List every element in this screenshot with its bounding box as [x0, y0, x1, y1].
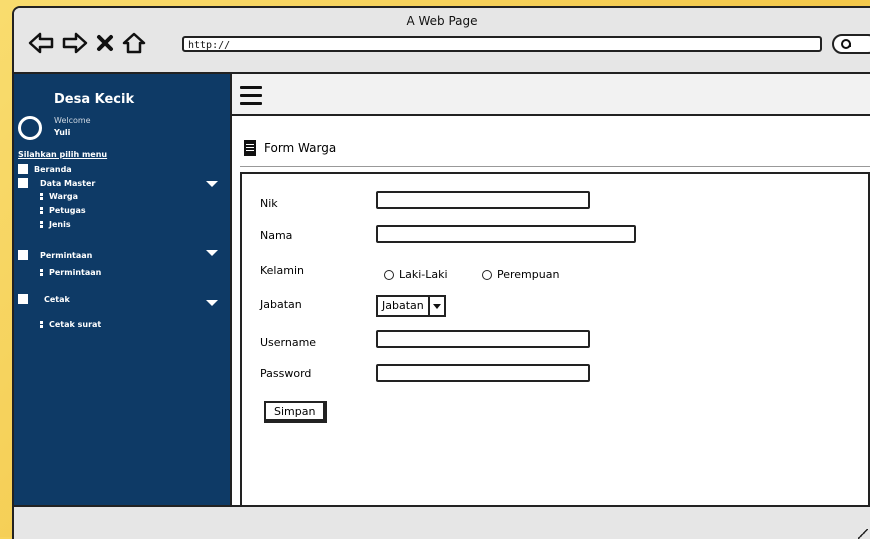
dots-icon [40, 207, 43, 214]
url-bar[interactable]: http:// [182, 36, 822, 52]
external-link-icon [18, 164, 28, 174]
resize-handle-icon[interactable] [858, 529, 868, 539]
form-title: Form Warga [264, 141, 337, 155]
jabatan-selected-value: Jabatan [378, 297, 430, 315]
divider [240, 166, 870, 167]
username-field[interactable] [376, 330, 590, 348]
nik-field[interactable] [376, 191, 590, 209]
sidebar-item-label: Permintaan [49, 268, 102, 277]
radio-label: Perempuan [497, 268, 560, 281]
sidebar-item-cetak-surat[interactable]: Cetak surat [40, 320, 101, 329]
dots-icon [40, 269, 43, 276]
search-icon [841, 39, 851, 49]
sidebar: Desa Kecik Welcome Yuli Silahkan pilih m… [14, 74, 232, 505]
sidebar-item-data-master[interactable]: Data Master [18, 178, 95, 188]
sidebar-item-label: Permintaan [40, 250, 93, 260]
radio-circle-icon [384, 269, 394, 280]
sidebar-item-cetak-group[interactable]: Cetak [18, 294, 70, 304]
content-topbar [232, 74, 870, 116]
sidebar-item-label: Data Master [40, 178, 96, 188]
form-panel: Nik Nama Kelamin Laki-Laki Perempuan Jab… [240, 172, 870, 512]
building-icon [244, 140, 256, 156]
nama-field[interactable] [376, 225, 636, 243]
user-name: Yuli [54, 128, 71, 137]
sidebar-item-label: Beranda [34, 164, 72, 174]
sidebar-item-warga[interactable]: Warga [40, 192, 78, 201]
box-icon [18, 178, 28, 188]
browser-chrome: A Web Page http:// [14, 8, 870, 74]
hamburger-menu-icon[interactable] [240, 86, 262, 110]
jabatan-label: Jabatan [260, 298, 302, 311]
radio-label: Laki-Laki [399, 268, 448, 281]
radio-laki-laki[interactable]: Laki-Laki [384, 268, 448, 281]
edit-icon [18, 294, 28, 304]
edit-icon [18, 250, 28, 260]
nav-buttons [28, 32, 146, 54]
sidebar-item-jenis[interactable]: Jenis [40, 220, 71, 229]
sidebar-item-petugas[interactable]: Petugas [40, 206, 86, 215]
form-header: Form Warga [244, 140, 336, 156]
chevron-down-icon[interactable] [206, 300, 218, 306]
kelamin-label: Kelamin [260, 264, 304, 277]
chevron-down-icon[interactable] [206, 250, 218, 256]
back-icon[interactable] [28, 32, 54, 54]
browser-statusbar [14, 505, 870, 539]
sidebar-item-permintaan[interactable]: Permintaan [40, 268, 101, 277]
nama-label: Nama [260, 229, 293, 242]
brand-name: Desa Kecik [54, 92, 135, 107]
chevron-down-icon[interactable] [206, 181, 218, 187]
sidebar-item-label: Petugas [49, 206, 86, 215]
password-label: Password [260, 367, 312, 380]
welcome-text: Welcome [54, 116, 91, 125]
dots-icon [40, 193, 43, 200]
user-avatar-icon [18, 116, 42, 140]
simpan-button[interactable]: Simpan [264, 401, 328, 423]
menu-prompt[interactable]: Silahkan pilih menu [18, 150, 107, 159]
sidebar-item-label: Warga [49, 192, 79, 201]
username-label: Username [260, 336, 317, 349]
radio-perempuan[interactable]: Perempuan [482, 268, 559, 281]
forward-icon[interactable] [62, 32, 88, 54]
sidebar-item-beranda[interactable]: Beranda [18, 164, 72, 174]
radio-circle-icon [482, 269, 492, 280]
sidebar-item-label: Jenis [49, 220, 71, 229]
page-title: A Web Page [406, 14, 478, 28]
dots-icon [40, 321, 43, 328]
chevron-down-icon [430, 297, 444, 315]
main-content: Form Warga Nik Nama Kelamin Laki-Laki Pe… [232, 116, 870, 512]
jabatan-select[interactable]: Jabatan [376, 295, 446, 317]
sidebar-item-label: Cetak [44, 294, 70, 304]
close-icon[interactable] [96, 34, 114, 52]
dots-icon [40, 221, 43, 228]
nik-label: Nik [260, 197, 278, 210]
home-icon[interactable] [122, 32, 146, 54]
sidebar-item-label: Cetak surat [49, 320, 102, 329]
password-field[interactable] [376, 364, 590, 382]
sidebar-item-permintaan-group[interactable]: Permintaan [18, 250, 92, 260]
browser-window: A Web Page http:// Desa Kecik Welcome Yu… [12, 6, 870, 539]
search-button[interactable] [832, 34, 870, 54]
